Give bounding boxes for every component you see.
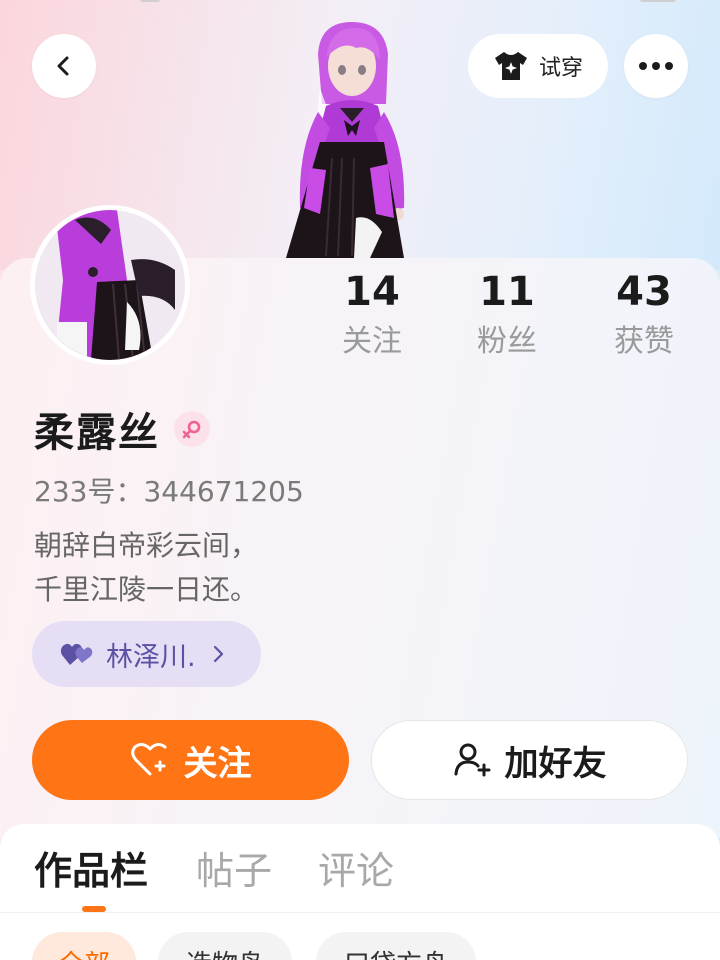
- name-row: 柔露丝: [34, 400, 210, 458]
- double-heart-icon: [60, 643, 93, 665]
- add-friend-button[interactable]: 加好友: [371, 720, 688, 800]
- profile-bio: 朝辞白帝彩云间， 千里江陵一日还。: [34, 524, 258, 612]
- add-friend-label: 加好友: [504, 743, 607, 784]
- more-button[interactable]: [624, 34, 688, 98]
- user-id: 233号：344671205: [34, 475, 304, 508]
- try-on-label: 试穿: [538, 56, 583, 81]
- try-on-button[interactable]: 试穿: [468, 34, 608, 98]
- bio-line: 朝辞白帝彩云间，: [34, 529, 259, 562]
- tab-posts[interactable]: 帖子: [196, 846, 272, 896]
- tab-comments[interactable]: 评论: [318, 846, 394, 896]
- back-button[interactable]: [32, 34, 96, 98]
- follow-label: 关注: [183, 743, 252, 784]
- content-tabs-panel: 作品栏 帖子 评论 全部 造物岛 口袋方舟: [0, 824, 720, 960]
- stat-label: 获赞: [614, 324, 674, 359]
- tshirt-sparkle-icon: [494, 52, 527, 80]
- stat-value: 43: [616, 269, 672, 315]
- stat-label: 关注: [342, 324, 402, 359]
- filter-chip-pocket-ark[interactable]: 口袋方舟: [316, 932, 476, 960]
- status-bar-fragment: [640, 0, 676, 2]
- filter-chip-creation-island[interactable]: 造物岛: [158, 932, 292, 960]
- heart-plus-icon: [130, 743, 166, 776]
- cp-tag[interactable]: 林泽川.: [32, 621, 261, 687]
- stat-likes[interactable]: 43 获赞: [584, 268, 704, 360]
- chevron-right-icon: [213, 645, 223, 663]
- filter-chip-all[interactable]: 全部: [32, 932, 136, 960]
- tab-works[interactable]: 作品栏: [34, 846, 148, 896]
- female-icon: [174, 411, 210, 447]
- stat-following[interactable]: 14 关注: [312, 268, 432, 360]
- character-figure: [286, 22, 405, 258]
- chevron-left-icon: [57, 56, 69, 76]
- more-dots-icon: [639, 62, 673, 70]
- status-bar-fragment: [140, 0, 160, 2]
- stat-fans[interactable]: 11 粉丝: [447, 268, 567, 360]
- stat-value: 11: [479, 269, 535, 315]
- bio-line: 千里江陵一日还。: [34, 573, 259, 606]
- stat-label: 粉丝: [477, 324, 537, 359]
- avatar[interactable]: [30, 205, 190, 365]
- stat-value: 14: [344, 269, 400, 315]
- avatar-image: [35, 210, 185, 360]
- follow-button[interactable]: 关注: [32, 720, 349, 800]
- divider: [0, 912, 720, 913]
- add-user-icon: [454, 743, 490, 777]
- profile-name: 柔露丝: [34, 410, 160, 456]
- cp-name: 林泽川.: [106, 641, 196, 673]
